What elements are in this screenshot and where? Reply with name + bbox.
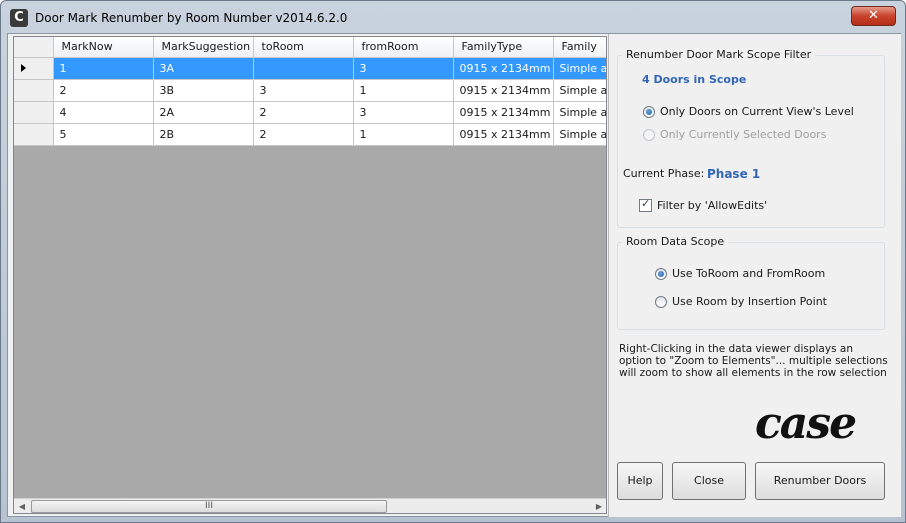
radio-insertion-point-label: Use Room by Insertion Point — [672, 295, 827, 308]
radio-unchecked-icon[interactable] — [655, 295, 667, 308]
current-phase-value: Phase 1 — [707, 167, 761, 181]
table-cell[interactable]: 0915 x 2134mm — [453, 101, 554, 124]
radio-current-level-label: Only Doors on Current View's Level — [660, 105, 854, 118]
radio-selected-doors: Only Currently Selected Doors — [643, 128, 826, 141]
column-header[interactable]: toRoom — [253, 37, 354, 58]
doors-in-scope-count: 4 Doors in Scope — [642, 73, 747, 86]
table-row[interactable]: 1 3A 3 0915 x 2134mm Simple ave — [14, 57, 606, 80]
horizontal-scrollbar[interactable]: ◀ III ▶ — [14, 498, 606, 513]
data-grid[interactable]: MarkNow MarkSuggestion toRoom fromRoom F… — [13, 36, 607, 514]
table-cell[interactable]: 2 — [53, 79, 154, 102]
table-cell[interactable] — [253, 57, 354, 80]
room-scope-title: Room Data Scope — [622, 235, 729, 248]
options-panel: Renumber Door Mark Scope Filter 4 Doors … — [608, 34, 901, 517]
table-header-row: MarkNow MarkSuggestion toRoom fromRoom F… — [14, 37, 606, 58]
radio-to-from-room[interactable]: Use ToRoom and FromRoom — [655, 267, 825, 280]
close-button[interactable]: Close — [672, 462, 746, 500]
dialog-body: MarkNow MarkSuggestion toRoom fromRoom F… — [7, 33, 901, 517]
table-cell[interactable]: 1 — [53, 57, 154, 80]
table-row[interactable]: 4 2A 2 3 0915 x 2134mm Simple ave — [14, 101, 606, 124]
app-icon: C — [10, 9, 28, 27]
column-header[interactable]: FamilyType — [453, 37, 554, 58]
radio-insertion-point[interactable]: Use Room by Insertion Point — [655, 295, 827, 308]
column-header[interactable]: MarkSuggestion — [153, 37, 254, 58]
allow-edits-label: Filter by 'AllowEdits' — [657, 199, 768, 212]
table-cell[interactable]: 4 — [53, 101, 154, 124]
scope-filter-title: Renumber Door Mark Scope Filter — [622, 48, 816, 61]
help-button[interactable]: Help — [617, 462, 663, 500]
column-header[interactable]: MarkNow — [53, 37, 154, 58]
window-close-button[interactable]: ✕ — [851, 6, 896, 26]
zoom-hint-text: Right-Clicking in the data viewer displa… — [619, 343, 888, 379]
scrollbar-thumb[interactable]: III — [31, 500, 387, 513]
scroll-right-icon[interactable]: ▶ — [591, 499, 606, 513]
title-bar[interactable]: C Door Mark Renumber by Room Number v201… — [1, 1, 905, 31]
window-title: Door Mark Renumber by Room Number v2014.… — [35, 11, 348, 25]
radio-checked-icon[interactable] — [643, 105, 655, 118]
app-window: C Door Mark Renumber by Room Number v201… — [0, 0, 906, 523]
table-cell[interactable]: 3 — [353, 101, 454, 124]
room-scope-group: Room Data Scope Use ToRoom and FromRoom … — [617, 235, 885, 330]
table-cell[interactable]: 2B — [153, 123, 254, 146]
table-cell[interactable]: Simple ave — [553, 57, 606, 80]
door-table: MarkNow MarkSuggestion toRoom fromRoom F… — [14, 37, 606, 146]
row-header[interactable] — [14, 123, 54, 146]
row-header[interactable] — [14, 101, 54, 124]
row-header[interactable] — [14, 79, 54, 102]
row-header[interactable] — [14, 57, 54, 80]
column-header[interactable]: Family — [553, 37, 606, 58]
renumber-doors-button[interactable]: Renumber Doors — [755, 462, 885, 500]
table-cell[interactable]: 3 — [253, 79, 354, 102]
radio-to-from-room-label: Use ToRoom and FromRoom — [672, 267, 826, 280]
radio-selected-doors-label: Only Currently Selected Doors — [660, 128, 827, 141]
table-cell[interactable]: Simple ave — [553, 79, 606, 102]
current-row-arrow-icon — [21, 64, 26, 72]
table-row[interactable]: 5 2B 2 1 0915 x 2134mm Simple ave — [14, 123, 606, 146]
allow-edits-checkbox[interactable]: Filter by 'AllowEdits' — [639, 197, 768, 212]
radio-unchecked-icon — [643, 128, 655, 141]
table-cell[interactable]: 2 — [253, 123, 354, 146]
radio-current-level[interactable]: Only Doors on Current View's Level — [643, 105, 854, 118]
scope-filter-group: Renumber Door Mark Scope Filter 4 Doors … — [617, 48, 885, 228]
scroll-left-icon[interactable]: ◀ — [14, 499, 30, 513]
table-cell[interactable]: 0915 x 2134mm — [453, 79, 554, 102]
table-cell[interactable]: 2A — [153, 101, 254, 124]
column-header[interactable]: fromRoom — [353, 37, 454, 58]
table-cell[interactable]: 1 — [353, 79, 454, 102]
row-header-corner — [14, 37, 54, 58]
case-logo: case — [755, 398, 857, 449]
table-cell[interactable]: 5 — [53, 123, 154, 146]
table-row[interactable]: 2 3B 3 1 0915 x 2134mm Simple ave — [14, 79, 606, 102]
table-cell[interactable]: 0915 x 2134mm — [453, 57, 554, 80]
table-cell[interactable]: 3 — [353, 57, 454, 80]
table-cell[interactable]: 3B — [153, 79, 254, 102]
current-phase-label: Current Phase: — [623, 167, 705, 180]
table-cell[interactable]: 3A — [153, 57, 254, 80]
radio-checked-icon[interactable] — [655, 267, 667, 280]
table-cell[interactable]: 2 — [253, 101, 354, 124]
table-cell[interactable]: Simple ave — [553, 123, 606, 146]
table-cell[interactable]: 1 — [353, 123, 454, 146]
table-cell[interactable]: Simple ave — [553, 101, 606, 124]
checkbox-checked-icon[interactable] — [639, 197, 652, 212]
table-cell[interactable]: 0915 x 2134mm — [453, 123, 554, 146]
